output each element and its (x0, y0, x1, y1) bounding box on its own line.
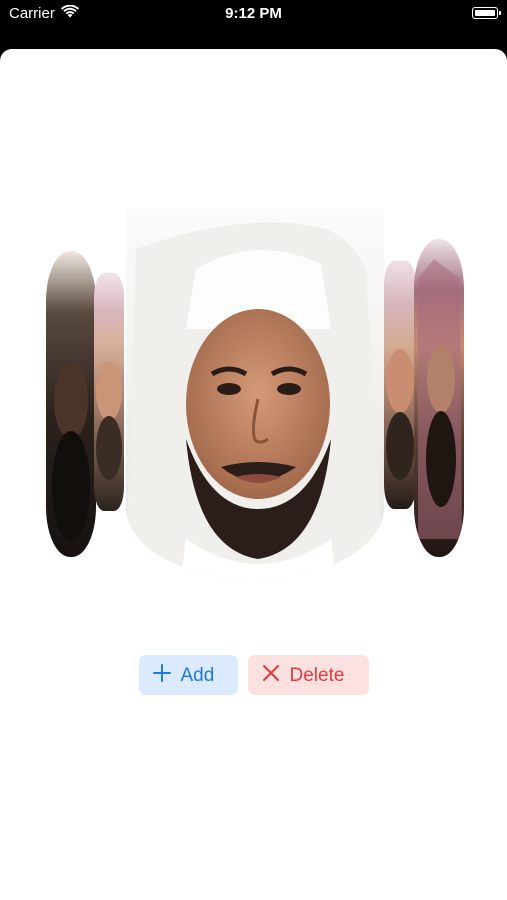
plus-icon (152, 663, 171, 687)
delete-button[interactable]: Delete (247, 655, 369, 695)
portrait-far-right[interactable] (414, 239, 464, 557)
portrait-center[interactable] (126, 209, 384, 579)
action-buttons: Add Delete (0, 655, 507, 695)
delete-button-label: Delete (289, 664, 345, 686)
modal-sheet: Add Delete (0, 49, 507, 900)
portrait-far-left[interactable] (46, 251, 96, 557)
close-icon (262, 663, 280, 687)
image-carousel[interactable] (0, 199, 507, 589)
status-bar: Carrier 9:12 PM (0, 0, 507, 44)
battery-icon (472, 7, 501, 19)
add-button[interactable]: Add (138, 655, 238, 695)
portrait-left[interactable] (94, 273, 124, 511)
add-button-label: Add (180, 664, 215, 686)
portrait-right[interactable] (384, 261, 416, 509)
status-time: 9:12 PM (225, 5, 282, 22)
